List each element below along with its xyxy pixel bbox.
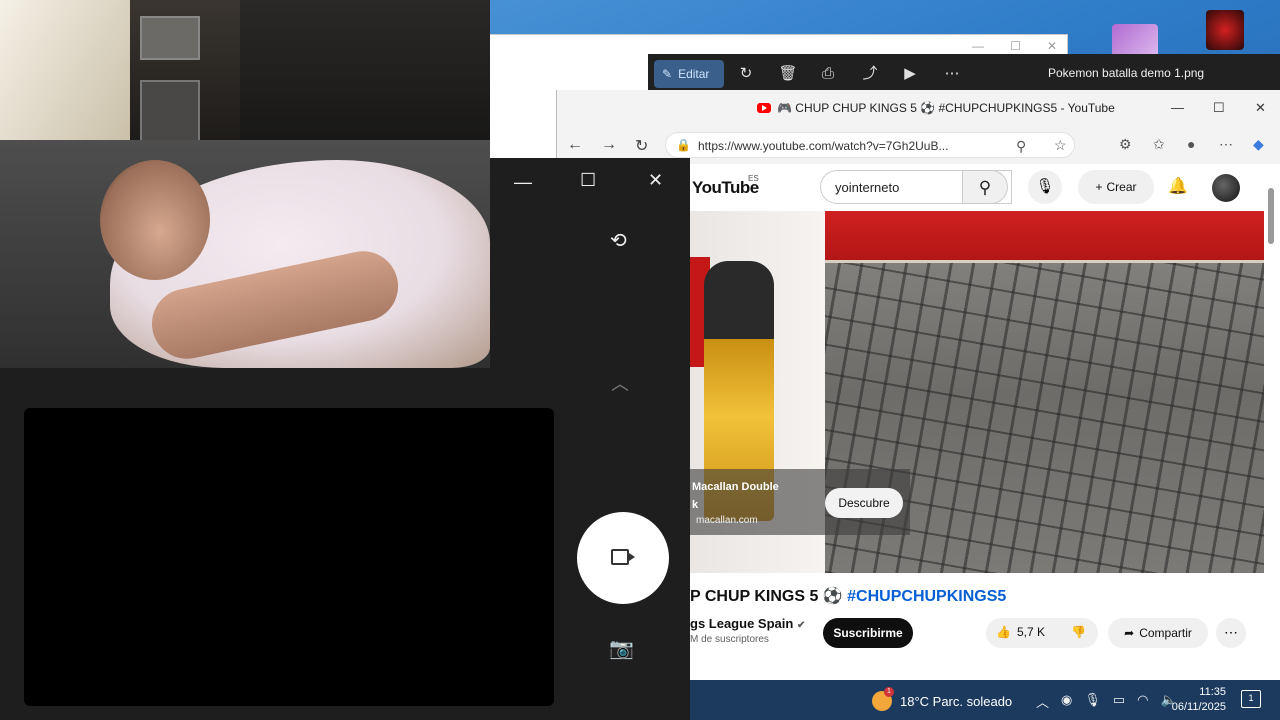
region-label: ES bbox=[748, 174, 759, 183]
slideshow-icon[interactable]: ▶ bbox=[900, 64, 920, 84]
wifi-icon[interactable]: ◠ bbox=[1137, 692, 1148, 711]
weather-widget[interactable]: 18°C Parc. soleado bbox=[872, 687, 1013, 711]
menu-icon[interactable]: ⋯ bbox=[1219, 136, 1233, 153]
verified-icon: ✔ bbox=[796, 620, 806, 631]
video-top-banner bbox=[825, 211, 1264, 263]
thumbs-down-icon: 👎 bbox=[1071, 625, 1086, 639]
maximize-icon[interactable]: ☐ bbox=[1213, 100, 1225, 116]
microphone-icon: 🎙 bbox=[1035, 178, 1055, 195]
ad-url: macallan.com bbox=[696, 515, 758, 526]
dislike-button[interactable]: 👎 bbox=[1071, 625, 1086, 639]
ad-name: Macallan Double bbox=[692, 481, 779, 493]
ad-name-line2: k bbox=[692, 499, 699, 511]
scrollbar[interactable] bbox=[1266, 178, 1276, 658]
notification-center-icon[interactable]: 1 bbox=[1241, 690, 1261, 708]
like-dislike-group: 👍 5,7 K 👎 bbox=[986, 618, 1098, 648]
url-text: https://www.youtube.com/watch?v=7Gh2UuB.… bbox=[698, 139, 949, 153]
youtube-favicon-icon bbox=[757, 103, 771, 113]
microphone-icon[interactable]: 🎙 bbox=[1084, 692, 1101, 711]
notification-count: 1 bbox=[1248, 693, 1254, 703]
camera-preview-area bbox=[24, 408, 554, 706]
minimize-icon[interactable]: — bbox=[514, 172, 532, 193]
favorite-star-icon[interactable]: ☆ bbox=[1054, 137, 1067, 154]
chevron-up-icon[interactable]: ︿ bbox=[1036, 692, 1049, 711]
zoom-icon[interactable]: ⚲ bbox=[1016, 138, 1026, 155]
plus-icon: + bbox=[1095, 180, 1103, 194]
camera-bottom-panel bbox=[0, 368, 555, 720]
video-player[interactable]: Macallan Double k macallan.com Descubre bbox=[690, 211, 1264, 573]
time: 11:35 bbox=[1199, 686, 1226, 698]
record-video-button[interactable] bbox=[577, 512, 669, 604]
copilot-icon[interactable]: ◆ bbox=[1253, 136, 1264, 153]
scrollbar-thumb[interactable] bbox=[1268, 188, 1274, 244]
more-icon[interactable]: ⋯ bbox=[942, 64, 962, 84]
thumbs-up-icon: 👍 bbox=[996, 625, 1011, 639]
close-icon[interactable]: ✕ bbox=[1255, 100, 1266, 116]
meet-icon[interactable]: ◉ bbox=[1061, 692, 1072, 711]
person-head bbox=[100, 160, 210, 280]
channel-name[interactable]: gs League Spain ✔ bbox=[690, 616, 805, 631]
more-actions-button[interactable]: ⋯ bbox=[1216, 618, 1246, 648]
extensions-icon[interactable]: ⚙ bbox=[1119, 136, 1132, 153]
more-icon: ⋯ bbox=[1224, 624, 1238, 640]
video-camera-icon bbox=[611, 549, 635, 565]
voice-search-button[interactable]: 🎙 bbox=[1028, 170, 1062, 204]
youtube-page: YouTube ES yointerneto ✕ ⚲ 🎙 + Crear 🔔 M… bbox=[690, 164, 1280, 680]
share-button[interactable]: ➦ Compartir bbox=[1108, 618, 1208, 648]
share-label: Compartir bbox=[1139, 626, 1192, 640]
chevron-up-icon[interactable]: ︿ bbox=[611, 370, 629, 396]
photo-mode-icon[interactable]: 📷 bbox=[609, 636, 634, 661]
search-icon: ⚲ bbox=[978, 178, 992, 197]
minimize-icon[interactable]: — bbox=[1171, 100, 1184, 115]
microwave bbox=[140, 16, 200, 60]
close-icon[interactable]: ✕ bbox=[1047, 39, 1057, 53]
system-tray: ︿ ◉ 🎙 ▭ ◠ 🔈 bbox=[1036, 692, 1177, 711]
photo-viewer-toolbar: ✎ Editar ↻ 🗑 ⎙ ⤴ ▶ ⋯ Pokemon batalla dem… bbox=[648, 54, 1280, 94]
camera-app: — ☐ ✕ ⟲ ︿ 📷 bbox=[0, 0, 690, 720]
profile-icon[interactable]: ● bbox=[1187, 136, 1195, 152]
photo-title: Pokemon batalla demo 1.png bbox=[1048, 66, 1205, 80]
create-button[interactable]: + Crear bbox=[1078, 170, 1154, 204]
subscriber-count: M de suscriptores bbox=[690, 634, 769, 645]
print-icon[interactable]: ⎙ bbox=[818, 64, 838, 84]
like-count: 5,7 K bbox=[1016, 625, 1045, 639]
date: 06/11/2025 bbox=[1171, 701, 1226, 713]
like-button[interactable]: 👍 5,7 K bbox=[996, 625, 1045, 639]
notifications-bell-icon[interactable]: 🔔 bbox=[1168, 176, 1188, 196]
window-light bbox=[0, 0, 130, 150]
browser-tab[interactable]: 🎮 CHUP CHUP KINGS 5 ⚽ #CHUPCHUPKINGS5 - … bbox=[757, 101, 1115, 115]
tab-title: 🎮 CHUP CHUP KINGS 5 ⚽ #CHUPCHUPKINGS5 - … bbox=[777, 101, 1115, 115]
sun-icon bbox=[872, 687, 894, 711]
search-button[interactable]: ⚲ bbox=[962, 170, 1008, 204]
close-icon[interactable]: ✕ bbox=[648, 170, 663, 191]
switch-camera-icon[interactable]: ⟲ bbox=[610, 228, 627, 253]
channel-name-text: gs League Spain bbox=[690, 616, 794, 631]
video-title-hashtag[interactable]: #CHUPCHUPKINGS5 bbox=[847, 588, 1006, 605]
webcam-feed bbox=[0, 0, 490, 368]
video-title-text: P CHUP KINGS 5 ⚽ bbox=[690, 588, 843, 605]
create-label: Crear bbox=[1106, 180, 1137, 194]
search-value: yointerneto bbox=[835, 180, 900, 195]
maximize-icon[interactable]: ☐ bbox=[580, 170, 596, 191]
minimize-icon[interactable]: — bbox=[972, 39, 984, 53]
camera-controls-top: — ☐ ✕ ⟲ bbox=[490, 158, 690, 368]
rotate-icon[interactable]: ↻ bbox=[736, 64, 756, 84]
ad-cta-button[interactable]: Descubre bbox=[825, 488, 903, 518]
share-icon[interactable]: ⤴ bbox=[860, 64, 880, 84]
taskbar: 18°C Parc. soleado ︿ ◉ 🎙 ▭ ◠ 🔈 11:35 06/… bbox=[690, 680, 1280, 720]
maximize-icon[interactable]: ☐ bbox=[1010, 39, 1021, 53]
video-title: P CHUP KINGS 5 ⚽ #CHUPCHUPKINGS5 bbox=[690, 586, 1006, 606]
avatar[interactable] bbox=[1212, 174, 1240, 202]
favorites-icon[interactable]: ✩ bbox=[1153, 136, 1165, 153]
weather-text: 18°C Parc. soleado bbox=[900, 693, 1013, 709]
battery-icon[interactable]: ▭ bbox=[1113, 692, 1125, 711]
desktop-shortcut-icon[interactable] bbox=[1206, 10, 1244, 50]
clock[interactable]: 11:35 06/11/2025 bbox=[1166, 685, 1226, 715]
share-arrow-icon: ➦ bbox=[1124, 626, 1135, 640]
oven bbox=[140, 80, 200, 146]
address-bar[interactable]: 🔒 https://www.youtube.com/watch?v=7Gh2Uu… bbox=[665, 132, 1075, 158]
delete-icon[interactable]: 🗑 bbox=[778, 64, 798, 84]
subscribe-button[interactable]: Suscribirme bbox=[823, 618, 913, 648]
